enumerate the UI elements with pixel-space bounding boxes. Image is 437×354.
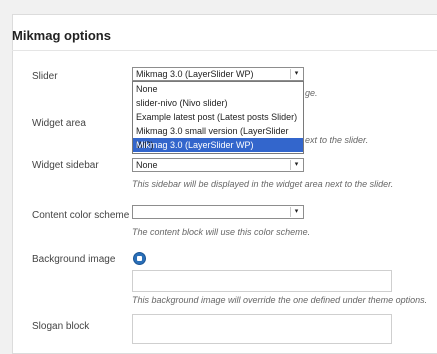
dropdown-option-mikmag-layerslider[interactable]: Mikmag 3.0 (LayerSlider WP)	[133, 138, 303, 152]
background-image-description: This background image will override the …	[132, 295, 428, 305]
chevron-down-icon[interactable]: ▾	[290, 160, 302, 170]
content-color-scheme-label: Content color scheme	[32, 210, 130, 221]
upload-icon[interactable]	[133, 252, 146, 265]
dropdown-option-mikmag-small[interactable]: Mikmag 3.0 small version (LayerSlider WP…	[133, 124, 303, 150]
chevron-down-icon[interactable]: ▾	[290, 69, 302, 79]
widget-sidebar-select-value: None	[136, 160, 158, 170]
chevron-down-icon[interactable]: ▾	[290, 207, 302, 217]
content-color-scheme-description: The content block will use this color sc…	[132, 227, 311, 237]
slider-select[interactable]: Mikmag 3.0 (LayerSlider WP) ▾	[132, 67, 304, 81]
dropdown-option-nivo-slider[interactable]: slider-nivo (Nivo slider)	[133, 96, 303, 110]
slider-label: Slider	[32, 71, 58, 82]
slider-select-value: Mikmag 3.0 (LayerSlider WP)	[136, 69, 254, 79]
widget-sidebar-select[interactable]: None ▾	[132, 158, 304, 172]
panel-title: Mikmag options	[12, 28, 111, 43]
slogan-block-label: Slogan block	[32, 321, 90, 332]
background-image-label: Background image	[32, 254, 116, 265]
slider-dropdown-list: None slider-nivo (Nivo slider) Example l…	[132, 81, 304, 154]
dropdown-option-none[interactable]: None	[133, 82, 303, 96]
widget-sidebar-label: Widget sidebar	[32, 160, 99, 171]
widget-area-label: Widget area	[32, 118, 86, 129]
widget-sidebar-description: This sidebar will be displayed in the wi…	[132, 179, 394, 189]
title-divider	[12, 50, 437, 51]
background-image-input[interactable]	[132, 270, 392, 292]
content-color-scheme-select[interactable]: ▾	[132, 205, 304, 219]
dropdown-option-latest-posts[interactable]: Example latest post (Latest posts Slider…	[133, 110, 303, 124]
slider-description: ge.	[305, 88, 318, 98]
widget-area-description: ext to the slider.	[305, 135, 369, 145]
